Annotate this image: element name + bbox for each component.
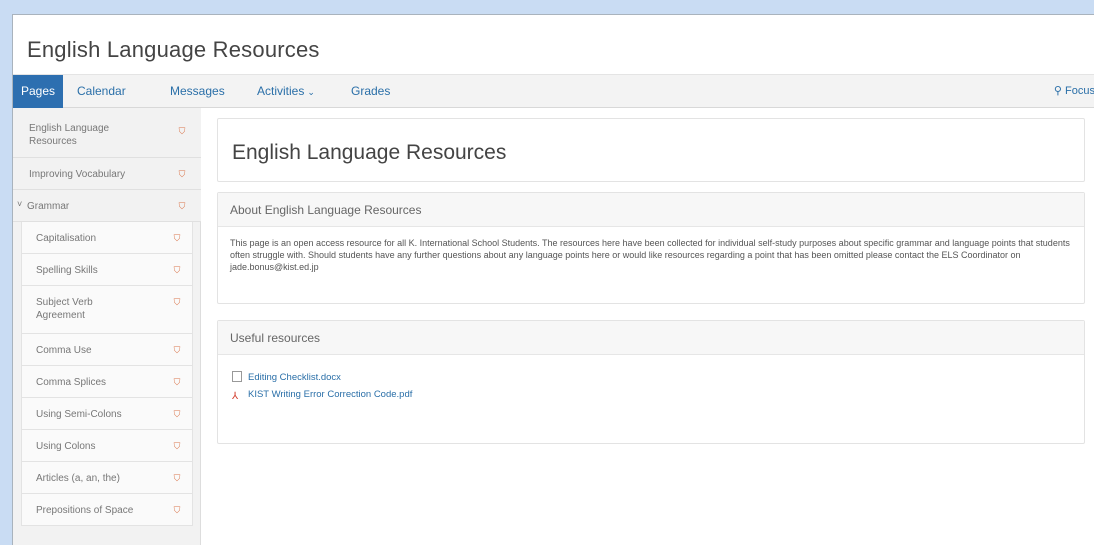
sidebar-item-label: Using Semi-Colons [36, 409, 122, 420]
lock-icon: ⛉ [173, 473, 181, 483]
resource-link-label: KIST Writing Error Correction Code.pdf [248, 389, 413, 400]
sidebar-item-using-semi-colons[interactable]: Using Semi-Colons ⛉ [21, 398, 193, 430]
nav-tab-activities-label: Activities [257, 84, 305, 98]
sidebar-item-label: Subject Verb Agreement [36, 297, 93, 321]
sidebar-item-english-language-resources[interactable]: English Language Resources ⛉ [13, 108, 201, 158]
pdf-icon: ⅄ [232, 391, 239, 402]
sidebar-item-comma-use[interactable]: Comma Use ⛉ [21, 334, 193, 366]
sidebar-item-grammar[interactable]: ˅ Grammar ⛉ [13, 190, 201, 222]
nav-tab-activities[interactable]: Activities ⌄ [257, 75, 315, 108]
sidebar-item-label: Spelling Skills [36, 265, 98, 276]
page-title: English Language Resources [232, 141, 507, 164]
site-title: English Language Resources [27, 37, 320, 62]
sidebar-item-label: Articles (a, an, the) [36, 473, 120, 484]
useful-resources-title: Useful resources [218, 321, 1084, 355]
focus-label: Focus [1065, 85, 1094, 97]
nav-tab-pages[interactable]: Pages [13, 75, 64, 108]
nav-tab-calendar[interactable]: Calendar [77, 75, 126, 108]
lock-icon: ⛉ [173, 409, 181, 419]
sidebar-item-spelling-skills[interactable]: Spelling Skills ⛉ [21, 254, 193, 286]
sidebar-item-label: Comma Use [36, 345, 92, 356]
sidebar-item-capitalisation[interactable]: Capitalisation ⛉ [21, 222, 193, 254]
about-panel: About English Language Resources This pa… [217, 192, 1085, 304]
sidebar-item-using-colons[interactable]: Using Colons ⛉ [21, 430, 193, 462]
sidebar-item-label: Comma Splices [36, 377, 107, 388]
sidebar-item-label: English Language Resources [29, 123, 110, 147]
lock-icon: ⛉ [173, 441, 181, 451]
lock-icon: ⛉ [178, 126, 186, 136]
sidebar: English Language Resources ⛉ Improving V… [13, 108, 201, 545]
resource-link-editing-checklist[interactable]: Editing Checklist.docx [232, 371, 341, 383]
document-icon [232, 371, 242, 382]
lock-icon: ⛉ [178, 169, 186, 179]
sidebar-item-label: Capitalisation [36, 233, 97, 244]
nav-tab-messages[interactable]: Messages [170, 75, 225, 108]
resource-link-error-correction-code[interactable]: ⅄ KIST Writing Error Correction Code.pdf [232, 389, 412, 402]
resource-link-label: Editing Checklist.docx [248, 372, 341, 383]
focus-button[interactable]: ⚲ Focus [1054, 75, 1094, 108]
nav-tab-grades[interactable]: Grades [351, 75, 390, 108]
sidebar-item-label: Using Colons [36, 441, 96, 452]
app-window: English Language Resources Pages Calenda… [12, 14, 1094, 545]
about-panel-body: This page is an open access resource for… [230, 238, 1070, 272]
sidebar-item-comma-splices[interactable]: Comma Splices ⛉ [21, 366, 193, 398]
sidebar-item-articles[interactable]: Articles (a, an, the) ⛉ [21, 462, 193, 494]
chevron-down-icon[interactable]: ˅ [17, 199, 22, 209]
chevron-down-icon: ⌄ [307, 87, 315, 97]
lock-icon: ⛉ [173, 265, 181, 275]
lock-icon: ⛉ [173, 505, 181, 515]
sidebar-item-label: Prepositions of Space [36, 505, 134, 516]
search-icon: ⚲ [1053, 85, 1062, 97]
sidebar-item-improving-vocabulary[interactable]: Improving Vocabulary ⛉ [13, 158, 201, 190]
sidebar-item-label: Improving Vocabulary [29, 169, 126, 180]
about-panel-title: About English Language Resources [218, 193, 1084, 227]
lock-icon: ⛉ [178, 201, 186, 211]
lock-icon: ⛉ [173, 345, 181, 355]
sidebar-item-label: Grammar [27, 201, 70, 212]
sidebar-item-subject-verb-agreement[interactable]: Subject Verb Agreement ⛉ [21, 286, 193, 334]
lock-icon: ⛉ [173, 297, 181, 307]
sidebar-item-prepositions-of-space[interactable]: Prepositions of Space ⛉ [21, 494, 193, 526]
lock-icon: ⛉ [173, 377, 181, 387]
lock-icon: ⛉ [173, 233, 181, 243]
page-heading-panel: English Language Resources [217, 118, 1085, 182]
top-navbar: Pages Calendar Messages Activities ⌄ Grad… [13, 74, 1094, 108]
useful-resources-panel: Useful resources Editing Checklist.docx … [217, 320, 1085, 444]
